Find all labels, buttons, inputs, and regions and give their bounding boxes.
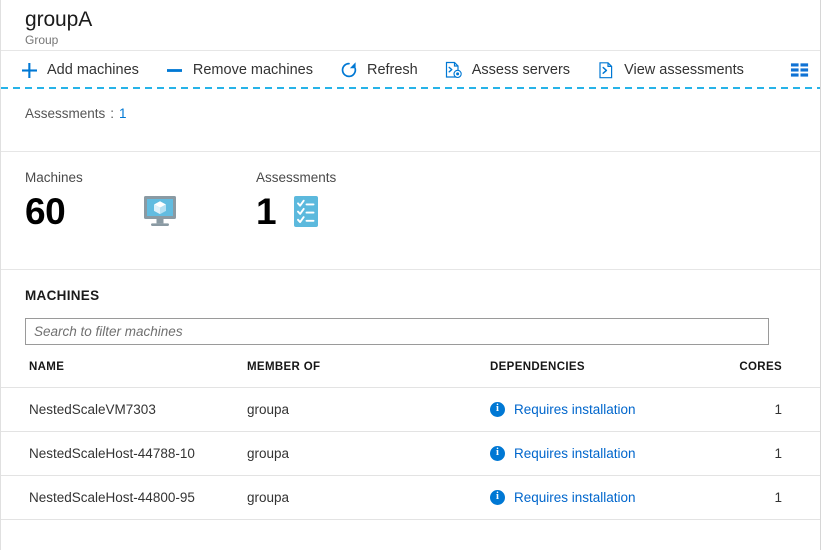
checklist-icon: [291, 194, 321, 230]
info-icon: i: [490, 402, 505, 417]
cell-dependencies: i Requires installation: [490, 475, 733, 520]
page-title: groupA: [25, 8, 93, 31]
add-machines-label: Add machines: [47, 62, 139, 78]
cell-name: NestedScaleVM7303: [1, 387, 247, 432]
cell-cores: 1: [733, 475, 820, 520]
column-header-member-of[interactable]: MEMBER OF: [247, 361, 490, 388]
view-assessments-button[interactable]: View assessments: [596, 60, 744, 80]
stat-machines-value: 60: [25, 191, 66, 232]
plus-icon: [19, 60, 39, 80]
assess-servers-icon: [444, 60, 464, 80]
refresh-icon: [339, 60, 359, 80]
dependencies-link[interactable]: Requires installation: [514, 490, 636, 505]
info-icon: i: [490, 490, 505, 505]
table-header-row: NAME MEMBER OF DEPENDENCIES CORES: [1, 361, 820, 388]
stat-machines: Machines 60: [19, 170, 250, 269]
page-subtitle: Group: [25, 33, 59, 47]
cell-name: NestedScaleHost-44788-10: [1, 431, 247, 476]
assess-servers-button[interactable]: Assess servers: [444, 60, 570, 80]
remove-machines-button[interactable]: Remove machines: [165, 60, 313, 80]
assessments-filter-value: 1: [119, 106, 127, 121]
dependencies-link[interactable]: Requires installation: [514, 446, 636, 461]
assess-servers-label: Assess servers: [471, 62, 571, 78]
refresh-button[interactable]: Refresh: [339, 60, 418, 80]
add-machines-button[interactable]: Add machines: [19, 60, 139, 80]
column-header-dependencies[interactable]: DEPENDENCIES: [490, 361, 733, 388]
choose-columns-button[interactable]: [790, 60, 820, 80]
cell-member-of: groupa: [247, 387, 490, 432]
table-row[interactable]: NestedScaleVM7303 groupa i Requires inst…: [1, 387, 820, 432]
columns-grid-icon: [790, 60, 810, 80]
cell-member-of: groupa: [247, 475, 490, 520]
column-header-cores[interactable]: CORES: [733, 361, 820, 388]
stat-assessments: Assessments 1: [250, 170, 336, 269]
cell-member-of: groupa: [247, 431, 490, 476]
assessments-filter-chip[interactable]: Assessments:1: [25, 106, 127, 121]
stat-assessments-value: 1: [256, 191, 277, 232]
dependencies-link[interactable]: Requires installation: [514, 402, 636, 417]
cell-cores: 1: [733, 387, 820, 432]
machines-section: MACHINES NAME MEMBER OF DEPENDENCIES COR…: [1, 270, 820, 520]
minus-icon: [165, 60, 185, 80]
cell-name: NestedScaleHost-44800-95: [1, 475, 247, 520]
stat-machines-label: Machines: [25, 170, 83, 185]
assessments-filter-label: Assessments: [25, 106, 106, 121]
machines-section-title: MACHINES: [25, 288, 100, 303]
cell-dependencies: i Requires installation: [490, 431, 733, 476]
view-assessments-label: View assessments: [624, 62, 744, 78]
blade-header: groupA Group: [1, 0, 820, 51]
search-container: [25, 318, 820, 345]
cell-dependencies: i Requires installation: [490, 387, 733, 432]
view-assessments-icon: [596, 60, 616, 80]
cell-cores: 1: [733, 431, 820, 476]
summary-stats: Machines 60 Assessments 1: [1, 152, 820, 270]
command-toolbar: Add machines Remove machines Refresh Ass…: [1, 51, 820, 89]
column-header-name[interactable]: NAME: [1, 361, 247, 388]
table-row[interactable]: NestedScaleHost-44800-95 groupa i Requir…: [1, 475, 820, 520]
table-row[interactable]: NestedScaleHost-44788-10 groupa i Requir…: [1, 431, 820, 476]
filter-bar: Assessments:1: [1, 89, 820, 152]
refresh-label: Refresh: [366, 62, 418, 78]
assessments-filter-separator: :: [110, 106, 115, 121]
monitor-server-icon: [140, 193, 180, 231]
remove-machines-label: Remove machines: [192, 62, 313, 78]
stat-assessments-label: Assessments: [256, 170, 337, 185]
info-icon: i: [490, 446, 505, 461]
machines-table: NAME MEMBER OF DEPENDENCIES CORES Nested…: [1, 361, 820, 520]
search-input[interactable]: [25, 318, 769, 345]
group-details-blade: groupA Group Add machines Remove machine…: [0, 0, 821, 550]
